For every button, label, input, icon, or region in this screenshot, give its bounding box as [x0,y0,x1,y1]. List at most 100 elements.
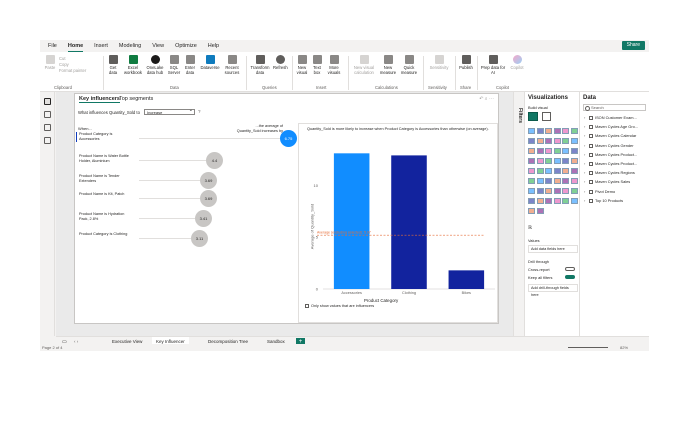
table-view-icon[interactable] [43,111,51,118]
search-input[interactable]: Search [583,104,646,111]
onelake-button[interactable]: OneLake data hub [145,55,165,75]
influencer-label[interactable]: Product Name is Tender Extenders [79,174,134,184]
table-list-item[interactable]: › Maven Cycles Product... [580,150,649,159]
table-list-item[interactable]: › ISON Customer Exam... [580,113,649,122]
cross-report-toggle[interactable] [565,267,575,271]
format-visual-icon[interactable] [542,112,551,121]
visual-type-icon[interactable] [545,188,552,194]
visual-type-icon[interactable] [528,198,535,204]
visual-type-icon[interactable] [528,168,535,174]
new-visual-calculation-button[interactable]: New visual calculation [351,55,377,75]
help-icon[interactable]: ? [198,109,201,114]
visual-type-icon[interactable] [570,158,578,164]
visual-type-icon[interactable] [536,168,544,174]
sql-button[interactable]: SQL Server [167,55,181,75]
influencers-only-checkbox[interactable]: Only show values that are influencers [305,304,374,308]
menu-optimize[interactable]: Optimize [175,40,197,52]
refresh-button[interactable]: Refresh [273,55,288,70]
visual-type-icon[interactable] [570,148,578,154]
model-view-icon[interactable] [43,124,51,131]
report-view-icon[interactable] [43,98,51,105]
tab-key-influencers[interactable]: Key influencers [79,96,120,103]
new-measure-button[interactable]: New measure [379,55,397,75]
values-well[interactable]: Add data fields here [528,245,578,253]
influencer-value-bubble[interactable]: 6.75 [280,130,297,147]
influencer-value-bubble[interactable]: 3.69 [200,190,217,207]
visual-type-icon[interactable] [545,178,552,184]
cut-button[interactable]: Cut [59,56,66,61]
visual-type-icon[interactable] [570,128,578,134]
visual-type-icon[interactable] [545,138,552,144]
visual-type-icon[interactable] [545,198,552,204]
build-visual-icon[interactable] [528,112,538,121]
get-data-button[interactable]: Get data [106,55,120,75]
share-button[interactable]: Share [621,41,645,50]
dataverse-button[interactable]: Dataverse [199,55,221,70]
more-visuals-button[interactable]: More visuals [325,55,343,75]
drill-through-well[interactable]: Add drill-through fields here [528,284,578,297]
copy-button[interactable]: Copy [59,62,69,67]
visual-type-icon[interactable] [545,148,552,154]
influencer-label[interactable]: Product Category is Clothing [79,232,134,237]
visual-type-icon[interactable] [528,158,535,164]
visual-type-icon[interactable] [536,138,544,144]
visual-type-icon[interactable] [553,178,561,184]
visual-type-icon[interactable] [528,188,535,194]
excel-button[interactable]: Excel workbook [123,55,143,75]
visual-type-icon[interactable] [545,128,552,134]
menu-help[interactable]: Help [208,40,219,52]
visual-type-icon[interactable] [545,168,552,174]
publish-button[interactable]: Publish [457,55,475,70]
visual-type-icon[interactable] [562,168,569,174]
visual-type-icon[interactable] [570,178,578,184]
visual-type-icon[interactable] [528,148,535,154]
visual-type-icon[interactable] [562,128,569,134]
visual-type-icon[interactable] [536,158,544,164]
text-box-button[interactable]: Text box [311,55,323,75]
visual-type-icon[interactable] [528,128,535,134]
table-list-item[interactable]: › Maven Cycles Regions [580,168,649,177]
visual-type-icon[interactable] [562,148,569,154]
visual-type-icon[interactable] [553,138,561,144]
prep-data-ai-button[interactable]: Prep data for AI [480,55,506,75]
visual-type-icon[interactable] [536,128,544,134]
visual-type-icon[interactable] [562,188,569,194]
influencer-value-bubble[interactable]: 3.11 [191,230,208,247]
dax-query-icon[interactable] [43,137,51,144]
influencer-value-bubble[interactable]: 4.4 [206,152,223,169]
table-list-item[interactable]: › Maven Cycles Age Gro... [580,122,649,131]
visual-type-icon[interactable] [536,198,544,204]
transform-data-button[interactable]: Transform data [249,55,271,75]
paste-button[interactable]: Paste [44,55,56,70]
menu-view[interactable]: View [152,40,164,52]
influencer-label[interactable]: Product Name is Kit, Patch [79,192,134,197]
visual-type-icon[interactable] [562,178,569,184]
visual-type-icon[interactable] [536,178,544,184]
tab-top-segments[interactable]: Top segments [119,96,153,102]
table-list-item[interactable]: › Maven Cycles Calendar [580,131,649,140]
table-list-item[interactable]: › Pivot Demo [580,187,649,196]
visual-type-icon[interactable] [570,168,578,174]
visual-type-icon[interactable] [562,198,569,204]
influencer-label[interactable]: Product Category is Accessories [76,132,131,142]
menu-file[interactable]: File [48,40,57,52]
influencer-label[interactable]: Product Name is Water Bottle Holder, Alu… [79,154,134,164]
visual-type-icon[interactable] [545,158,552,164]
visual-type-icon[interactable] [562,158,569,164]
visual-type-icon[interactable] [570,188,578,194]
visual-type-icon[interactable] [528,138,535,144]
menu-insert[interactable]: Insert [94,40,108,52]
keep-filters-toggle[interactable] [565,275,575,279]
influencer-value-bubble[interactable]: 3.69 [200,172,217,189]
visual-type-icon[interactable] [570,138,578,144]
visual-type-icon[interactable] [553,188,561,194]
visual-type-icon[interactable] [562,138,569,144]
visual-type-icon[interactable] [536,208,544,214]
visual-type-icon[interactable] [528,208,535,214]
table-list-item[interactable]: › Maven Cycles Product... [580,159,649,168]
table-list-item[interactable]: › Top 10 Products [580,196,649,205]
new-visual-button[interactable]: New visual [295,55,309,75]
visual-header-icons[interactable]: ↶ ⌕ ⋯ [479,96,494,102]
format-painter-button[interactable]: Format painter [59,68,86,73]
visual-type-icon[interactable] [536,148,544,154]
